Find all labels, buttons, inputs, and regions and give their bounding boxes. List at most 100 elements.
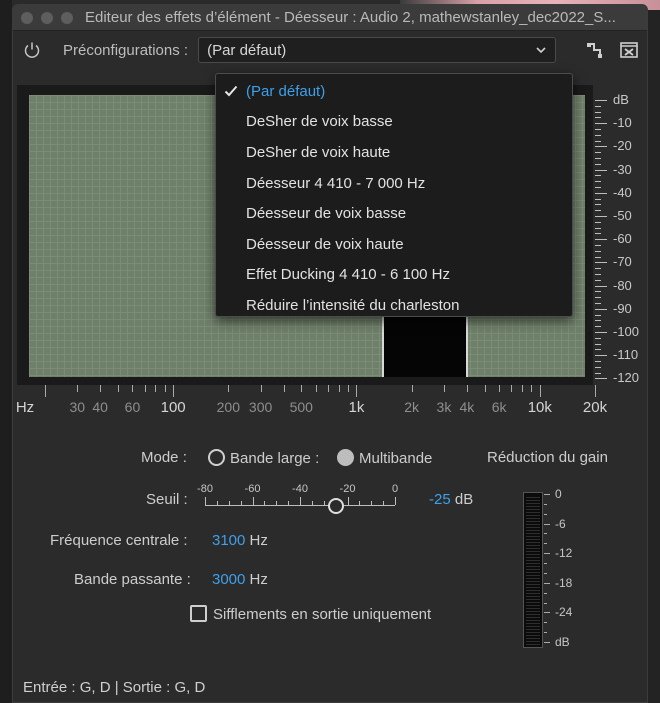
db-axis-minor-tick	[595, 111, 601, 113]
presets-dropdown[interactable]: (Par défaut)	[198, 37, 557, 63]
broadband-option[interactable]: Bande large :	[208, 449, 319, 467]
presets-menu-item[interactable]: Déesseur 4 410 - 7 000 Hz	[216, 168, 572, 199]
presets-menu-item[interactable]: (Par défaut)	[216, 76, 572, 107]
db-axis-minor-tick	[595, 221, 601, 223]
toolbar: Préconfigurations : (Par défaut)	[13, 31, 647, 69]
routing-icon[interactable]	[585, 41, 605, 59]
gain-reduction-scale-tick	[544, 553, 550, 555]
db-axis-minor-tick	[595, 140, 601, 142]
frequency-axis-label: 40	[92, 399, 108, 415]
zoom-window-button[interactable]	[61, 11, 73, 24]
db-axis-label: dB	[613, 92, 629, 107]
output-only-option[interactable]: Sifflements en sortie uniquement	[190, 605, 431, 623]
db-axis-minor-tick	[595, 303, 601, 304]
gain-reduction-scale-minor-tick	[544, 563, 547, 565]
chevron-down-icon	[536, 47, 546, 54]
multiband-option[interactable]: Multibande	[337, 449, 432, 467]
threshold-scale-tick	[395, 497, 396, 505]
frequency-axis-label: 6k	[491, 399, 507, 415]
frequency-axis-tick	[539, 385, 541, 397]
gain-reduction-scale-label: -24	[555, 605, 573, 620]
frequency-axis-label: 60	[124, 399, 141, 415]
frequency-axis-tick	[260, 385, 262, 392]
db-axis: dB -10 -20 -30 -40 -50 -60 -70 -80 -90 -100 -110 -12…	[595, 85, 647, 385]
gain-reduction-scale-minor-tick	[544, 592, 547, 594]
threshold-scale-tick	[383, 501, 385, 505]
threshold-scale-tick	[240, 501, 242, 505]
effect-editor-window: Editeur des effets d’élément - Déesseur …	[12, 4, 648, 703]
presets-menu-item-label: DeSher de voix haute	[246, 143, 391, 161]
presets-menu[interactable]: (Par défaut) DeSher de voix basse DeSher d…	[215, 73, 573, 317]
presets-menu-item[interactable]: Effet Ducking 4 410 - 6 100 Hz	[216, 260, 572, 291]
db-axis-major-tick	[595, 308, 607, 310]
presets-menu-item[interactable]: DeSher de voix haute	[216, 137, 572, 168]
bandwidth-label: Bande passante :	[74, 571, 191, 588]
db-axis-minor-tick	[595, 198, 601, 200]
frequency-axis: Hz 30 40 60 100 200 300 500 1k 2k 3k 4k 6k 10k 20k	[15, 385, 617, 421]
output-only-checkbox[interactable]	[190, 605, 207, 622]
close-window-button[interactable]	[21, 11, 33, 24]
broadband-radio[interactable]	[208, 449, 225, 466]
gain-reduction-scale-tick	[544, 582, 550, 584]
bandwidth-value[interactable]: 3000	[212, 571, 245, 588]
window-title: Editeur des effets d’élément - Déesseur …	[85, 9, 616, 26]
threshold-scale-tick	[264, 501, 266, 505]
center-frequency-value[interactable]: 3100	[212, 532, 245, 549]
db-axis-major-tick	[595, 378, 607, 380]
db-axis-label: -110	[613, 347, 639, 363]
db-axis-label: -70	[613, 254, 632, 270]
gain-reduction-scale-minor-tick	[544, 622, 547, 624]
threshold-value[interactable]: -25	[429, 491, 451, 508]
presets-selected-value: (Par défaut)	[207, 41, 287, 59]
frequency-axis-tick	[466, 385, 468, 392]
gain-reduction-scale-tick	[544, 523, 550, 525]
db-axis-minor-tick	[595, 343, 601, 345]
db-axis-label: -50	[613, 208, 632, 223]
bandwidth-readout[interactable]: 3000 Hz	[212, 571, 268, 588]
multiband-radio[interactable]	[337, 449, 354, 466]
gain-reduction-scale-minor-tick	[544, 572, 547, 574]
db-axis-label: -20	[613, 138, 632, 154]
center-frequency-readout[interactable]: 3100 Hz	[212, 532, 268, 549]
frequency-axis-tick	[283, 385, 285, 392]
presets-menu-item[interactable]: Déesseur de voix haute	[216, 229, 572, 260]
frequency-axis-label: 30	[69, 399, 86, 415]
center-frequency-label: Fréquence centrale :	[50, 532, 188, 549]
threshold-readout[interactable]: -25 dB	[429, 491, 473, 508]
threshold-scale-tick	[205, 497, 206, 505]
multiband-label: Multibande	[359, 450, 433, 467]
gain-reduction-scale-label: -12	[555, 546, 573, 561]
frequency-axis-tick	[301, 385, 303, 392]
db-axis-minor-tick	[595, 372, 601, 374]
threshold-scale-tick	[359, 501, 361, 505]
frequency-axis-tick	[77, 385, 79, 392]
frequency-axis-label: Hz	[15, 399, 35, 416]
gain-reduction-scale-minor-tick	[544, 513, 547, 515]
db-axis-major-tick	[595, 123, 607, 125]
db-axis-minor-tick	[595, 117, 601, 119]
presets-menu-item[interactable]: DeSher de voix basse	[216, 107, 572, 138]
db-axis-minor-tick	[595, 314, 601, 316]
power-icon[interactable]	[23, 41, 41, 59]
remove-effect-icon[interactable]	[619, 41, 639, 59]
db-axis-minor-tick	[595, 291, 601, 293]
frequency-axis-tick	[511, 385, 513, 392]
db-axis-minor-tick	[595, 129, 601, 130]
db-axis-major-tick	[595, 216, 607, 217]
db-axis-major-tick	[595, 192, 607, 194]
db-axis-minor-tick	[595, 361, 601, 362]
frequency-axis-label: 4k	[459, 399, 475, 415]
gain-reduction-scale-label: -6	[555, 516, 566, 531]
threshold-slider[interactable]: -80 -60 -40 -20 0	[197, 483, 405, 523]
presets-label: Préconfigurations :	[63, 41, 189, 59]
threshold-slider-thumb[interactable]	[327, 498, 344, 514]
frequency-axis-tick	[45, 385, 46, 397]
deesser-band[interactable]	[382, 311, 468, 377]
gain-reduction-scale-minor-tick	[544, 602, 547, 604]
gain-reduction-scale-minor-tick	[544, 503, 547, 505]
gain-reduction-scale-label: dB	[555, 635, 570, 649]
presets-menu-item[interactable]: Déesseur de voix basse	[216, 198, 572, 229]
db-axis-minor-tick	[595, 245, 601, 246]
minimize-window-button[interactable]	[41, 11, 53, 24]
presets-menu-item[interactable]: Réduire l’intensité du charleston	[216, 290, 572, 321]
